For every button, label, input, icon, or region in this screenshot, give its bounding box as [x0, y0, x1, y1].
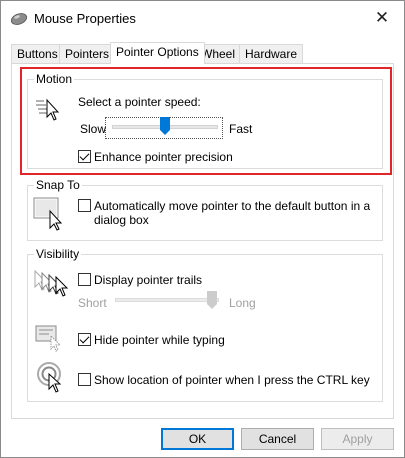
mouse-icon	[10, 13, 28, 25]
tab-pointer-options[interactable]: Pointer Options	[110, 42, 205, 64]
pointer-speed-icon	[36, 98, 60, 121]
apply-button[interactable]: Apply	[321, 428, 394, 450]
ok-button-label: OK	[188, 432, 207, 446]
tab-pointers[interactable]: Pointers	[59, 44, 116, 63]
trails-length-slider-thumb[interactable]	[207, 291, 217, 309]
ok-button[interactable]: OK	[161, 428, 234, 450]
long-label: Long	[229, 296, 256, 310]
apply-button-label: Apply	[342, 432, 373, 446]
pointer-trails-icon	[34, 269, 69, 297]
hide-pointer-icon	[35, 325, 62, 352]
close-icon: ✕	[374, 8, 390, 27]
show-location-checkbox[interactable]	[78, 373, 91, 386]
pointer-trails-checkbox[interactable]	[78, 273, 91, 286]
window-title: Mouse Properties	[34, 11, 136, 26]
hide-pointer-label: Hide pointer while typing	[94, 333, 225, 347]
hide-pointer-checkbox[interactable]	[78, 333, 91, 346]
cancel-button[interactable]: Cancel	[241, 428, 314, 450]
title-bar[interactable]: Mouse Properties ✕	[1, 1, 404, 37]
snap-to-label-line1: Automatically move pointer to the defaul…	[94, 199, 371, 213]
close-button[interactable]: ✕	[360, 1, 404, 35]
snap-to-group: Snap To	[27, 178, 383, 241]
pointer-speed-label: Select a pointer speed:	[78, 95, 201, 109]
mouse-properties-window: Mouse Properties ✕ Buttons Pointers Poin…	[0, 0, 405, 458]
trails-length-slider[interactable]	[115, 298, 219, 302]
pointer-trails-label: Display pointer trails	[94, 273, 203, 287]
slow-label: Slow	[80, 122, 107, 136]
enhance-precision-label: Enhance pointer precision	[94, 150, 233, 164]
snap-to-group-label: Snap To	[34, 178, 82, 192]
show-location-label: Show location of pointer when I press th…	[94, 373, 370, 387]
snap-to-label-line2: dialog box	[94, 213, 149, 227]
pointer-location-icon	[37, 362, 62, 393]
speed-slider-thumb[interactable]	[160, 117, 170, 135]
visibility-group-label: Visibility	[34, 247, 82, 261]
tab-hardware[interactable]: Hardware	[239, 44, 304, 63]
cancel-button-label: Cancel	[258, 432, 297, 446]
snap-to-checkbox[interactable]	[78, 199, 91, 212]
snap-to-icon	[33, 197, 63, 231]
enhance-precision-checkbox[interactable]	[78, 150, 91, 163]
fast-label: Fast	[229, 122, 253, 136]
short-label: Short	[78, 296, 107, 310]
tab-buttons[interactable]: Buttons	[11, 44, 64, 63]
